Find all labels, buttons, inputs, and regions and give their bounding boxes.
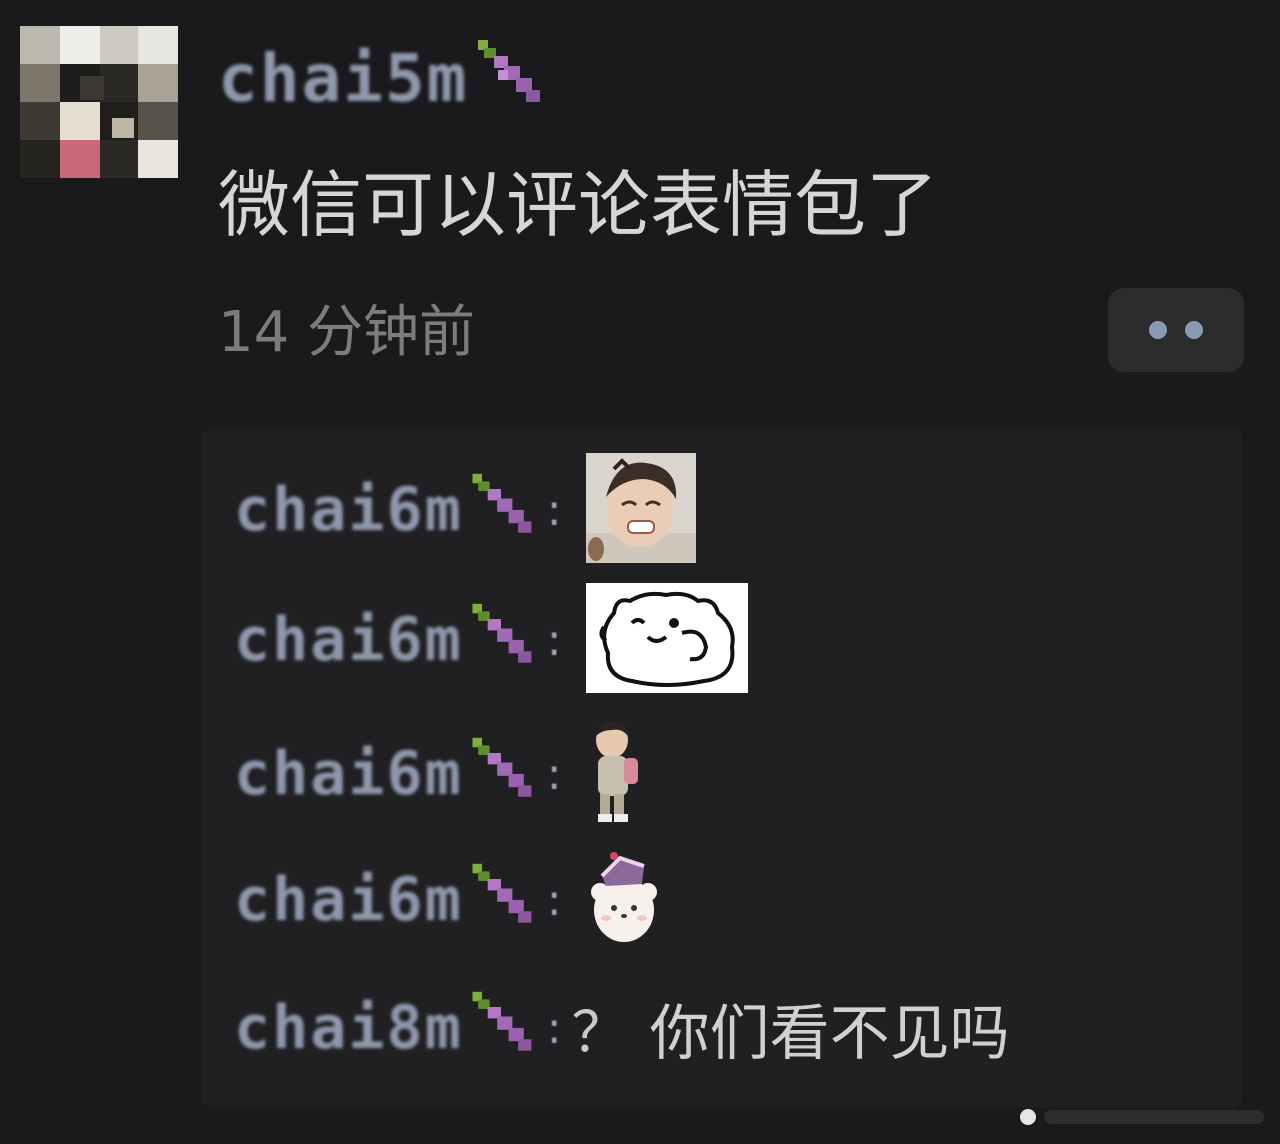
post-author-avatar[interactable] <box>20 26 178 178</box>
white-cat-meme-sticker[interactable] <box>585 583 748 697</box>
comment-colon: : <box>546 748 562 800</box>
post-author-row[interactable]: chai5m <box>218 38 548 118</box>
eggplant-icon <box>463 734 539 814</box>
walking-toddler-sticker[interactable] <box>586 718 646 830</box>
post-text: 微信可以评论表情包了 <box>218 163 939 247</box>
comment-item[interactable]: chai6m : <box>234 453 696 563</box>
watermark <box>1018 1104 1268 1130</box>
comments-panel: chai6m : chai6m: chai6m: chai6m: chai… <box>202 428 1242 1108</box>
comment-item[interactable]: chai8m : ？ 你们看不见吗 <box>234 988 1010 1069</box>
bear-with-cake-sticker[interactable] <box>586 848 660 952</box>
comment-author-name[interactable]: chai6m <box>234 605 463 675</box>
comment-text: 你们看不见吗 <box>649 998 1010 1069</box>
comment-item[interactable]: chai6m : <box>234 721 646 822</box>
comment-author-name[interactable]: chai6m <box>234 475 463 545</box>
more-dot-icon <box>1149 321 1167 339</box>
comment-question-mark: ？ <box>571 1000 628 1066</box>
eggplant-icon <box>463 860 539 940</box>
comment-author-name[interactable]: chai8m <box>234 993 463 1063</box>
comment-author-name[interactable]: chai6m <box>234 739 463 809</box>
comment-item[interactable]: chai6m : <box>234 583 748 693</box>
eggplant-icon <box>463 600 539 680</box>
post-author-name[interactable]: chai5m <box>218 40 468 117</box>
comment-colon: : <box>546 874 562 926</box>
more-dot-icon <box>1185 321 1203 339</box>
more-button[interactable] <box>1108 288 1244 372</box>
comment-item[interactable]: chai6m : <box>234 852 660 942</box>
comment-colon: : <box>546 1002 562 1054</box>
comment-colon: : <box>546 484 562 536</box>
comment-author-name[interactable]: chai6m <box>234 865 463 935</box>
eggplant-icon <box>463 988 539 1068</box>
eggplant-icon <box>468 36 548 120</box>
eggplant-icon <box>463 470 539 550</box>
crying-child-photo-sticker[interactable] <box>585 453 696 567</box>
post-timestamp: 14 分钟前 <box>218 300 476 365</box>
comment-colon: : <box>546 614 562 666</box>
